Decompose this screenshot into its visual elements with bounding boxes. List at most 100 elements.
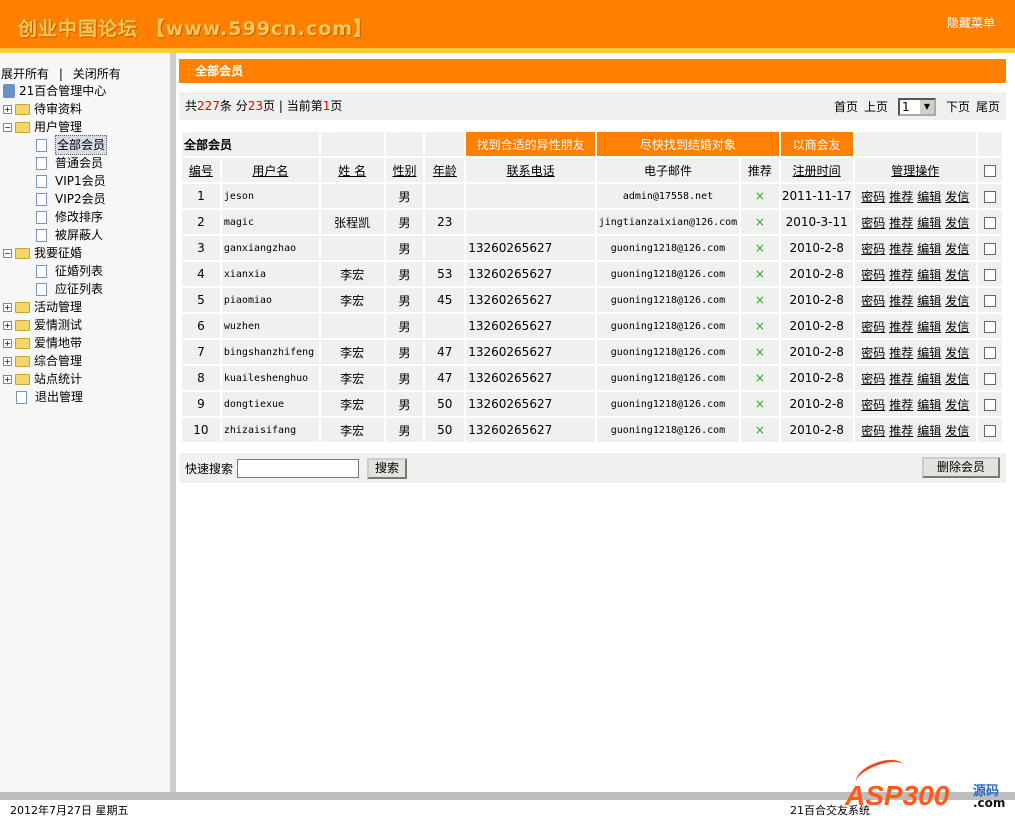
tree-node[interactable]: − 用户管理 <box>3 118 107 136</box>
edit-link[interactable]: 编辑 <box>917 320 941 334</box>
chevron-down-icon[interactable]: ▼ <box>919 100 934 114</box>
column-header-label[interactable]: 用户名 <box>252 164 288 178</box>
row-checkbox[interactable] <box>983 424 996 437</box>
column-header-label[interactable]: 管理操作 <box>891 164 939 178</box>
password-link[interactable]: 密码 <box>861 346 885 360</box>
select-all-checkbox[interactable] <box>983 164 996 177</box>
prev-page-link[interactable]: 上页 <box>864 93 888 121</box>
expand-icon[interactable]: + <box>3 104 12 114</box>
password-link[interactable]: 密码 <box>861 268 885 282</box>
message-link[interactable]: 发信 <box>945 242 969 256</box>
expand-icon[interactable]: + <box>3 356 12 366</box>
password-link[interactable]: 密码 <box>861 372 885 386</box>
collapse-all-link[interactable]: 关闭所有 <box>73 67 121 81</box>
message-link[interactable]: 发信 <box>945 320 969 334</box>
tree-node[interactable]: + 站点统计 <box>3 370 107 388</box>
tree-node[interactable]: + 爱情测试 <box>3 316 107 334</box>
password-link[interactable]: 密码 <box>861 424 885 438</box>
collapse-icon[interactable]: − <box>3 248 12 258</box>
column-header-label[interactable]: 性别 <box>392 164 416 178</box>
column-header-label[interactable]: 年龄 <box>433 164 457 178</box>
recommend-link[interactable]: 推荐 <box>889 216 913 230</box>
column-header-label[interactable]: 联系电话 <box>507 164 555 178</box>
edit-link[interactable]: 编辑 <box>917 242 941 256</box>
password-link[interactable]: 密码 <box>861 294 885 308</box>
row-checkbox[interactable] <box>983 372 996 385</box>
tree-child[interactable]: 征婚列表 <box>3 262 107 280</box>
filter-business[interactable]: 以商会友 <box>778 130 855 158</box>
row-checkbox[interactable] <box>983 398 996 411</box>
recommend-link[interactable]: 推荐 <box>889 242 913 256</box>
column-header-label[interactable]: 姓 名 <box>338 164 366 178</box>
expand-icon[interactable]: + <box>3 374 12 384</box>
password-link[interactable]: 密码 <box>861 320 885 334</box>
hide-menu-link[interactable]: 隐藏菜单 <box>947 14 995 31</box>
edit-link[interactable]: 编辑 <box>917 346 941 360</box>
tree-child[interactable]: 应征列表 <box>3 280 107 298</box>
expand-icon[interactable]: + <box>3 302 12 312</box>
row-checkbox[interactable] <box>983 268 996 281</box>
recommend-link[interactable]: 推荐 <box>889 424 913 438</box>
tree-child[interactable]: VIP1会员 <box>3 172 107 190</box>
next-page-link[interactable]: 下页 <box>946 93 970 121</box>
row-checkbox[interactable] <box>983 216 996 229</box>
search-button[interactable]: 搜索 <box>367 457 408 479</box>
password-link[interactable]: 密码 <box>861 398 885 412</box>
password-link[interactable]: 密码 <box>861 190 885 204</box>
edit-link[interactable]: 编辑 <box>917 268 941 282</box>
recommend-link[interactable]: 推荐 <box>889 320 913 334</box>
tree-node[interactable]: − 我要征婚 <box>3 244 107 262</box>
edit-link[interactable]: 编辑 <box>917 216 941 230</box>
recommend-link[interactable]: 推荐 <box>889 190 913 204</box>
tree-node[interactable]: + 待审资料 <box>3 100 107 118</box>
expand-icon[interactable]: + <box>3 338 12 348</box>
row-checkbox[interactable] <box>983 346 996 359</box>
row-checkbox[interactable] <box>983 294 996 307</box>
edit-link[interactable]: 编辑 <box>917 424 941 438</box>
search-input[interactable] <box>237 458 360 478</box>
edit-link[interactable]: 编辑 <box>917 372 941 386</box>
row-checkbox[interactable] <box>983 320 996 333</box>
message-link[interactable]: 发信 <box>945 190 969 204</box>
edit-link[interactable]: 编辑 <box>917 294 941 308</box>
last-page-link[interactable]: 尾页 <box>976 93 1000 121</box>
column-header-label[interactable]: 编号 <box>189 164 213 178</box>
first-page-link[interactable]: 首页 <box>834 93 858 121</box>
recommend-link[interactable]: 推荐 <box>889 346 913 360</box>
filter-friends[interactable]: 找到合适的异性朋友 <box>464 130 597 158</box>
delete-member-button[interactable]: 删除会员 <box>922 457 1000 478</box>
recommend-link[interactable]: 推荐 <box>889 268 913 282</box>
edit-link[interactable]: 编辑 <box>917 398 941 412</box>
collapse-icon[interactable]: − <box>3 122 12 132</box>
column-header-label[interactable]: 注册时间 <box>793 164 841 178</box>
tree-child[interactable]: 修改排序 <box>3 208 107 226</box>
recommend-link[interactable]: 推荐 <box>889 294 913 308</box>
tree-node[interactable]: + 爱情地带 <box>3 334 107 352</box>
password-link[interactable]: 密码 <box>861 242 885 256</box>
row-checkbox[interactable] <box>983 242 996 255</box>
tree-child[interactable]: 全部会员 <box>3 135 108 155</box>
tree-child[interactable]: 被屏蔽人 <box>3 226 107 244</box>
expand-all-link[interactable]: 展开所有 <box>1 67 49 81</box>
tree-node[interactable]: 退出管理 <box>3 388 107 406</box>
message-link[interactable]: 发信 <box>945 268 969 282</box>
tree-child[interactable]: VIP2会员 <box>3 190 107 208</box>
password-link[interactable]: 密码 <box>861 216 885 230</box>
tree-node[interactable]: + 综合管理 <box>3 352 107 370</box>
filter-marriage[interactable]: 尽快找到结婚对象 <box>594 130 781 158</box>
recommend-link[interactable]: 推荐 <box>889 372 913 386</box>
message-link[interactable]: 发信 <box>945 294 969 308</box>
tree-node[interactable]: + 活动管理 <box>3 298 107 316</box>
tree-root[interactable]: 21百合管理中心 <box>3 82 107 100</box>
message-link[interactable]: 发信 <box>945 398 969 412</box>
page-select[interactable]: 1 ▼ <box>897 98 936 116</box>
message-link[interactable]: 发信 <box>945 424 969 438</box>
message-link[interactable]: 发信 <box>945 346 969 360</box>
expand-icon[interactable]: + <box>3 320 12 330</box>
edit-link[interactable]: 编辑 <box>917 190 941 204</box>
row-checkbox[interactable] <box>983 190 996 203</box>
message-link[interactable]: 发信 <box>945 372 969 386</box>
message-link[interactable]: 发信 <box>945 216 969 230</box>
tree-child[interactable]: 普通会员 <box>3 154 107 172</box>
recommend-link[interactable]: 推荐 <box>889 398 913 412</box>
